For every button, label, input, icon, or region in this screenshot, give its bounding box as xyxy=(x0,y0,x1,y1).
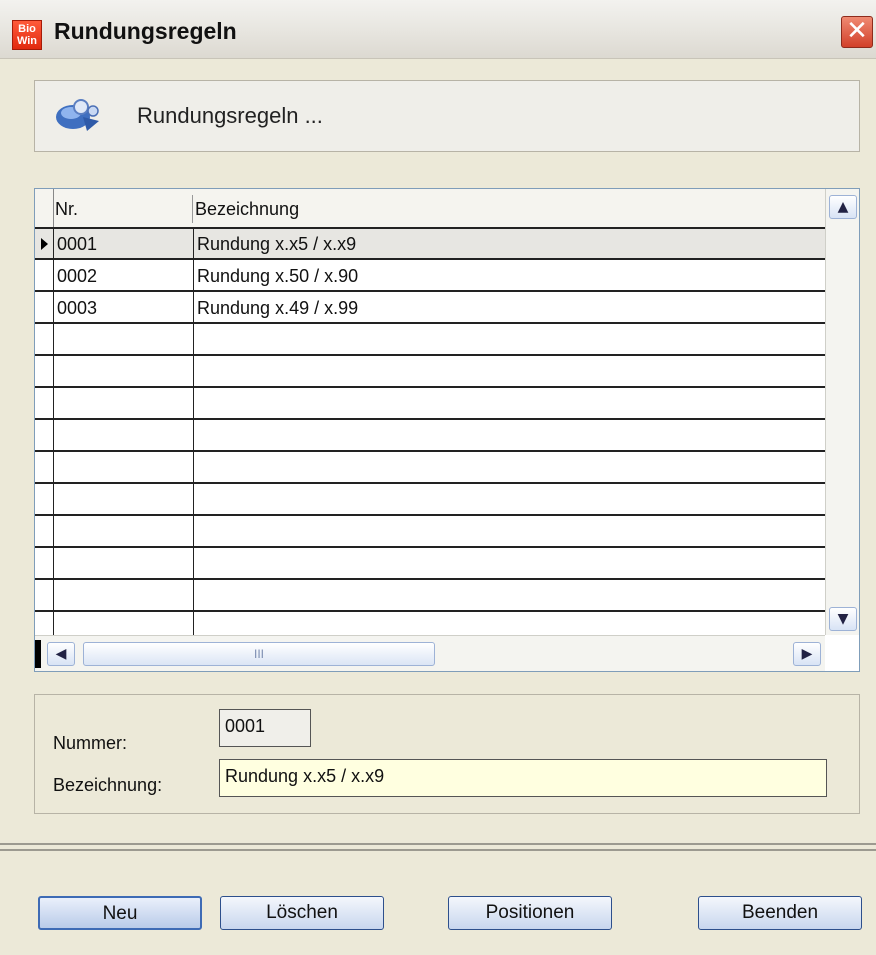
new-button-label: Neu xyxy=(102,903,138,924)
title-bar: Bio Win Rundungsregeln ✕ xyxy=(0,0,876,59)
row-indicator-column xyxy=(35,189,54,227)
current-row-pointer-icon xyxy=(41,238,48,250)
column-header-nr[interactable]: Nr. xyxy=(55,199,78,220)
cell-nr: 0002 xyxy=(57,266,98,286)
table-row[interactable] xyxy=(35,517,825,548)
close-button[interactable]: ✕ xyxy=(841,16,873,48)
bezeichnung-label: Bezeichnung: xyxy=(53,775,163,795)
chevron-down-icon: ▼ xyxy=(837,611,849,627)
horizontal-scroll-thumb[interactable]: III xyxy=(83,642,435,666)
column-divider xyxy=(192,195,193,223)
cell-bezeichnung: Rundung x.50 / x.90 xyxy=(197,266,359,286)
scroll-right-button[interactable]: ▶ xyxy=(793,642,821,666)
table-row[interactable] xyxy=(35,421,825,452)
chevron-left-icon: ◀ xyxy=(55,646,67,662)
rounding-rules-icon xyxy=(56,99,99,131)
table-row[interactable] xyxy=(35,453,825,484)
separator xyxy=(0,843,876,845)
table-row[interactable] xyxy=(35,485,825,516)
table-row[interactable] xyxy=(35,581,825,612)
scroll-up-button[interactable]: ▲ xyxy=(829,195,857,219)
window-title: Rundungsregeln xyxy=(54,18,237,44)
detail-panel: Nummer: 0001 Bezeichnung: Rundung x.x5 /… xyxy=(34,694,860,814)
bezeichnung-field[interactable]: Rundung x.x5 / x.x9 xyxy=(219,759,827,797)
table-row[interactable] xyxy=(35,357,825,388)
rules-table[interactable]: Nr. Bezeichnung 0001 Rundung x.x5 / x.x9 0… xyxy=(34,188,860,672)
nummer-field[interactable]: 0001 xyxy=(219,709,311,747)
nummer-label: Nummer: xyxy=(53,733,128,753)
exit-button[interactable]: Beenden xyxy=(698,896,862,930)
header-title: Rundungsregeln ... xyxy=(137,103,323,128)
cell-bezeichnung: Rundung x.x5 / x.x9 xyxy=(197,234,357,254)
chevron-right-icon: ▶ xyxy=(801,646,813,662)
horizontal-scrollbar[interactable]: ◀ III ▶ xyxy=(35,635,825,671)
scroll-down-button[interactable]: ▼ xyxy=(829,607,857,631)
header-panel: Rundungsregeln ... xyxy=(34,80,860,152)
new-button[interactable]: Neu xyxy=(38,896,202,930)
table-row[interactable]: 0001 Rundung x.x5 / x.x9 xyxy=(35,229,825,260)
column-header-bezeichnung[interactable]: Bezeichnung xyxy=(195,199,299,220)
grip-icon: III xyxy=(253,647,264,661)
close-icon: ✕ xyxy=(846,16,868,46)
cell-bezeichnung: Rundung x.49 / x.99 xyxy=(197,298,359,318)
delete-button-label: Löschen xyxy=(266,902,338,923)
app-icon: Bio Win xyxy=(12,20,42,50)
vertical-scrollbar[interactable]: ▲ ▼ xyxy=(825,189,859,635)
separator xyxy=(0,849,876,851)
table-row[interactable] xyxy=(35,325,825,356)
positions-button-label: Positionen xyxy=(485,902,575,923)
positions-button[interactable]: Positionen xyxy=(448,896,612,930)
table-row[interactable] xyxy=(35,549,825,580)
cell-nr: 0003 xyxy=(57,298,98,318)
exit-button-label: Beenden xyxy=(741,902,819,923)
table-row[interactable] xyxy=(35,389,825,420)
table-row[interactable]: 0002 Rundung x.50 / x.90 xyxy=(35,261,825,292)
table-row[interactable]: 0003 Rundung x.49 / x.99 xyxy=(35,293,825,324)
column-divider xyxy=(53,227,54,637)
table-header: Nr. Bezeichnung xyxy=(35,189,825,229)
scroll-marker xyxy=(35,640,41,668)
cell-nr: 0001 xyxy=(57,234,98,254)
delete-button[interactable]: Löschen xyxy=(220,896,384,930)
column-divider xyxy=(193,227,194,637)
scroll-left-button[interactable]: ◀ xyxy=(47,642,75,666)
chevron-up-icon: ▲ xyxy=(837,199,849,215)
